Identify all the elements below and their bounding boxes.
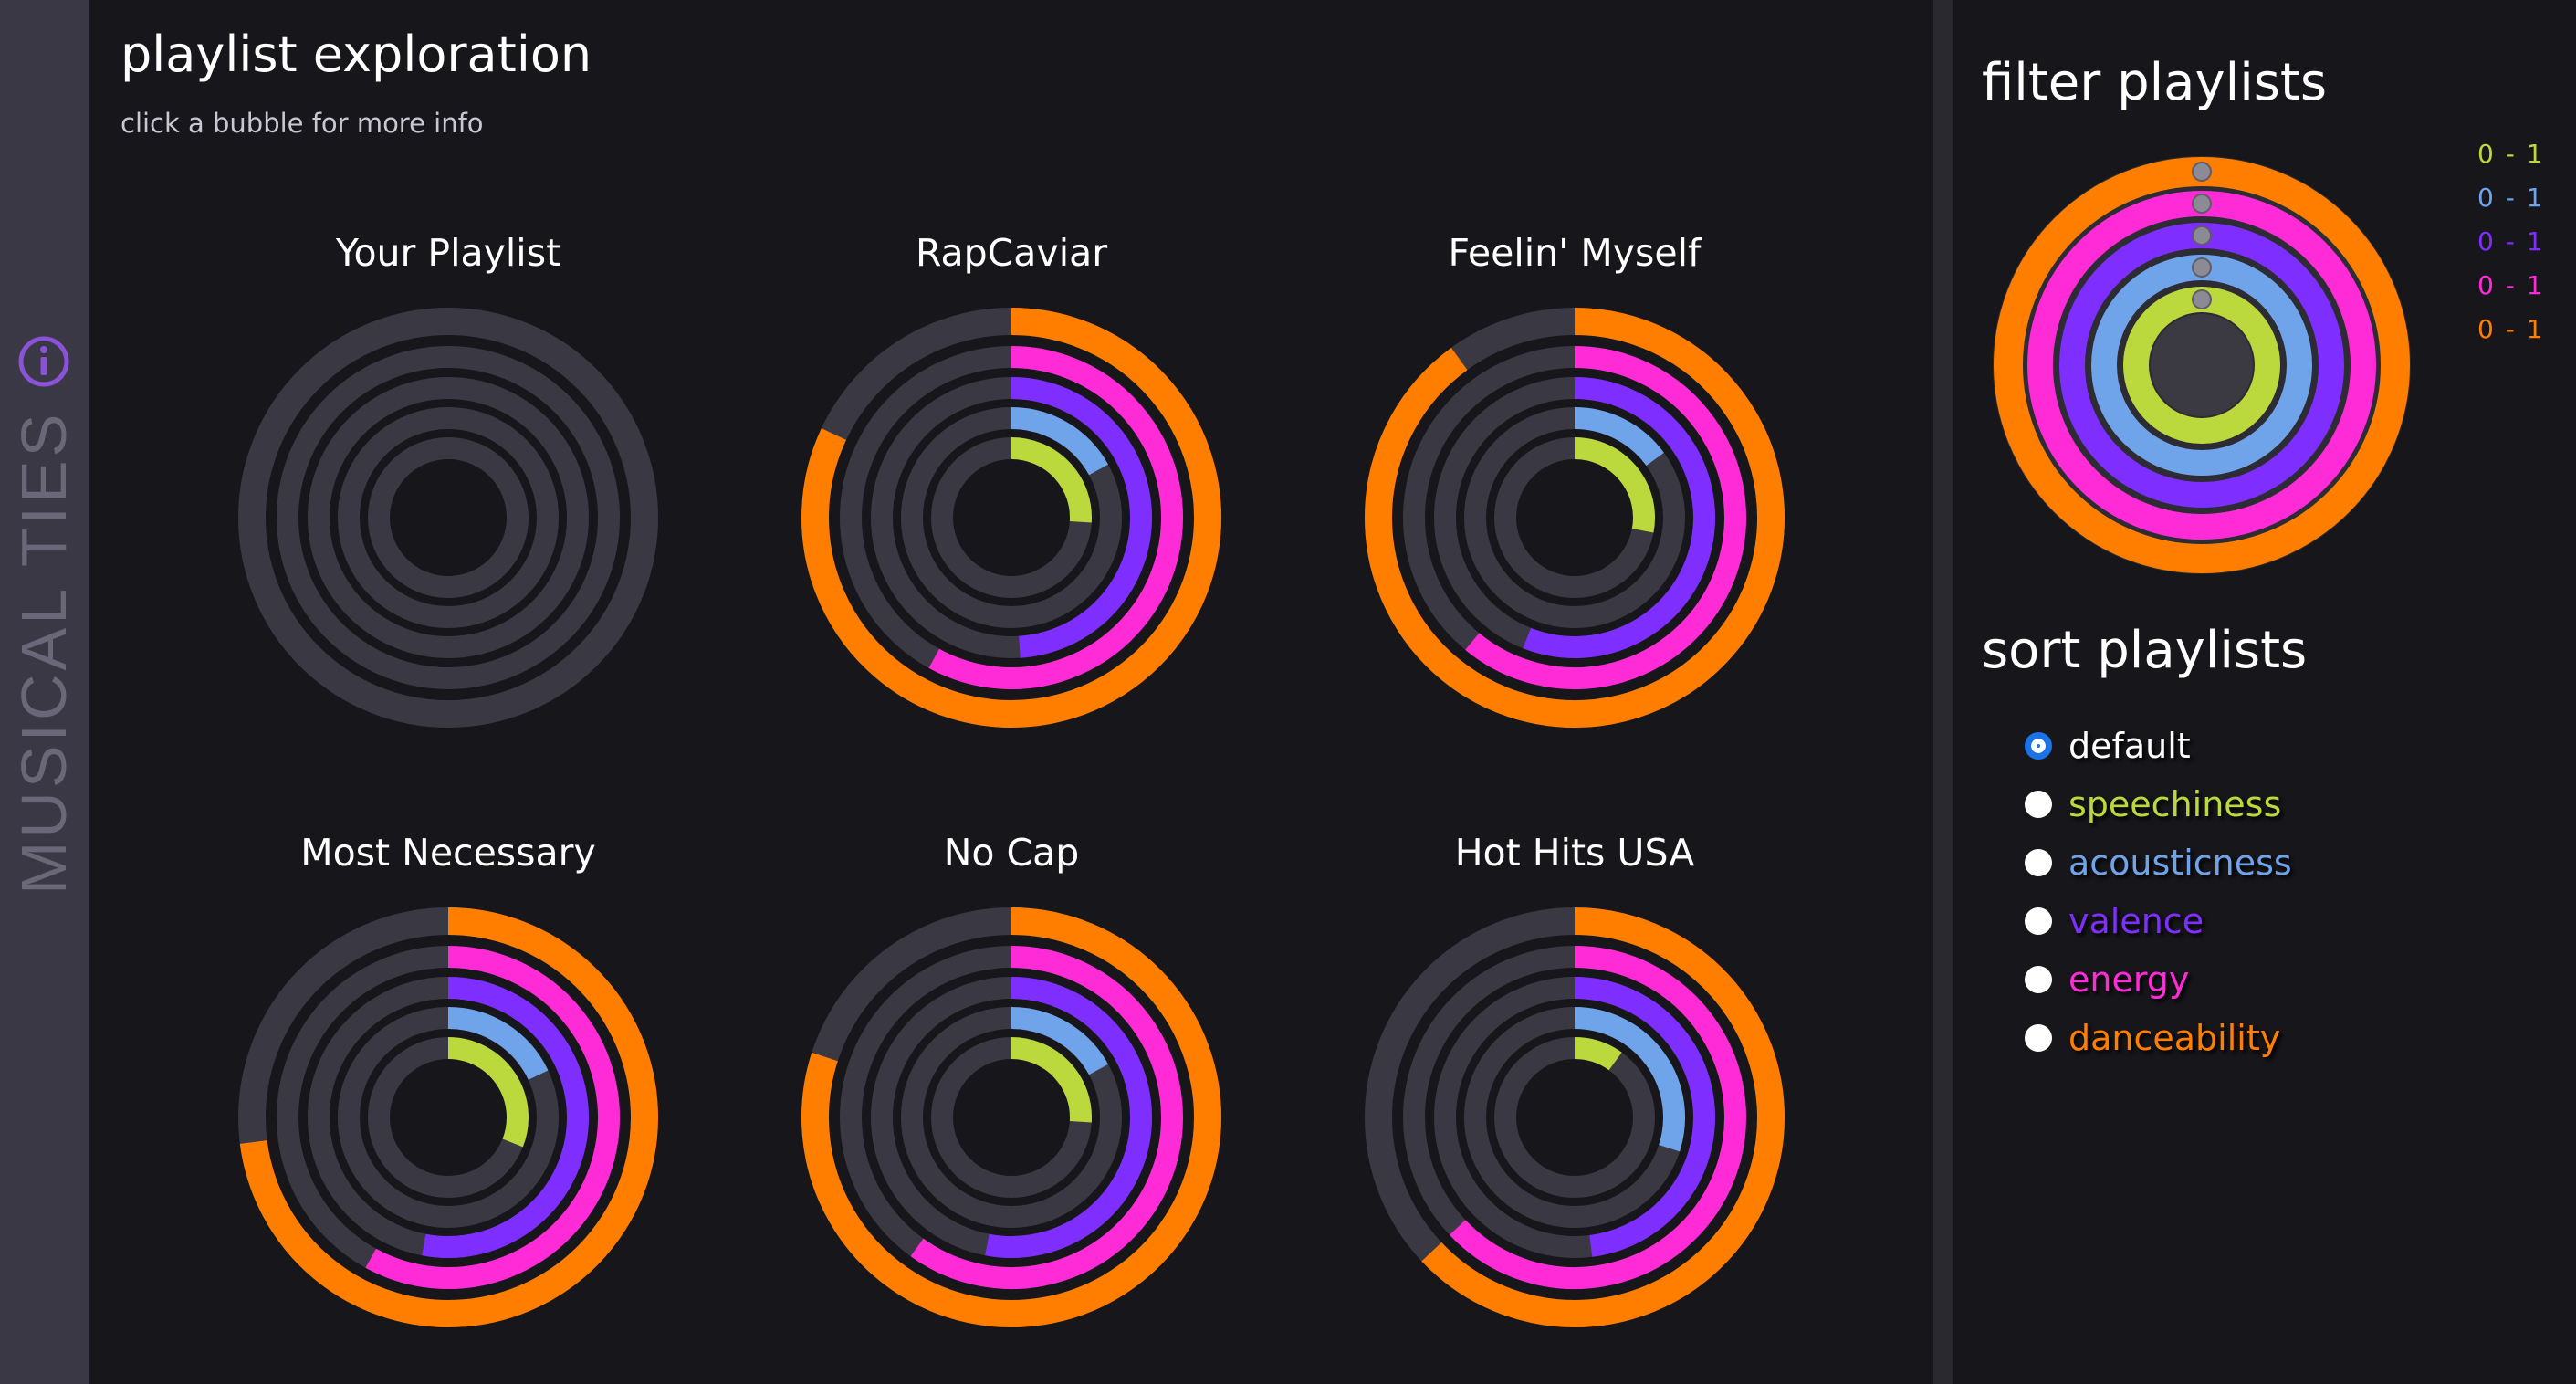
range-label-energy: 0 - 1 (2477, 270, 2545, 300)
ring-arc-speechiness (1011, 1037, 1092, 1123)
playlist-card-your-playlist[interactable]: Your Playlist (194, 213, 702, 776)
sort-option-acousticness[interactable]: acousticness (2025, 834, 2292, 892)
app-sidebar: MUSICAL TIES (0, 0, 89, 1384)
sort-label: danceability (2068, 1018, 2281, 1058)
sort-options: default speechiness acousticness valence… (2025, 717, 2292, 1067)
playlist-ring-chart[interactable] (1348, 291, 1801, 744)
sort-title: sort playlists (1982, 621, 2308, 680)
filter-handle-speechiness[interactable] (2192, 289, 2212, 309)
ring-arc-speechiness (1011, 437, 1092, 523)
sort-label: default (2068, 726, 2191, 766)
filter-center (2151, 314, 2253, 416)
range-label-acousticness: 0 - 1 (2477, 183, 2545, 213)
sort-label: valence (2068, 901, 2204, 941)
range-label-danceability: 0 - 1 (2477, 314, 2545, 344)
range-label-valence: 0 - 1 (2477, 226, 2545, 257)
playlist-title: Hot Hits USA (1454, 831, 1695, 875)
filter-range-list: 0 - 1 0 - 1 0 - 1 0 - 1 0 - 1 (2477, 132, 2545, 351)
ring-track-energy (277, 346, 620, 689)
playlist-card-rapcaviar[interactable]: RapCaviar (758, 213, 1265, 776)
main-panel: playlist exploration click a bubble for … (89, 0, 1933, 1384)
sort-option-speechiness[interactable]: speechiness (2025, 775, 2292, 834)
control-panel: filter playlists 0 - 1 0 - 1 0 - 1 0 - 1… (1953, 0, 2576, 1384)
radio-button[interactable] (2025, 966, 2052, 993)
filter-title: filter playlists (1982, 53, 2328, 112)
filter-handle-acousticness[interactable] (2192, 257, 2212, 278)
radio-button[interactable] (2025, 849, 2052, 876)
radio-button[interactable] (2025, 907, 2052, 935)
radio-button[interactable] (2025, 732, 2052, 760)
sort-option-danceability[interactable]: danceability (2025, 1009, 2292, 1067)
playlist-card-no-cap[interactable]: No Cap (758, 813, 1265, 1376)
sort-option-valence[interactable]: valence (2025, 892, 2292, 950)
playlist-card-feelin-myself[interactable]: Feelin' Myself (1321, 213, 1828, 776)
playlist-title: Your Playlist (335, 231, 561, 275)
playlist-title: No Cap (943, 831, 1080, 875)
info-icon[interactable] (16, 334, 71, 389)
playlist-ring-chart[interactable] (785, 891, 1238, 1344)
ring-track-speechiness (368, 437, 529, 598)
filter-handle-valence[interactable] (2192, 225, 2212, 246)
radio-button[interactable] (2025, 1024, 2052, 1052)
playlist-ring-chart[interactable] (1348, 891, 1801, 1344)
page-subtitle: click a bubble for more info (120, 108, 484, 139)
sort-label: speechiness (2068, 784, 2282, 824)
page-title: playlist exploration (120, 26, 592, 83)
filter-ring-control[interactable] (1992, 155, 2412, 575)
playlist-card-most-necessary[interactable]: Most Necessary (194, 813, 702, 1376)
ring-arc-speechiness (447, 1037, 529, 1148)
playlist-title: RapCaviar (915, 231, 1108, 275)
playlist-title: Feelin' Myself (1448, 231, 1702, 275)
sort-option-default[interactable]: default (2025, 717, 2292, 775)
range-label-speechiness: 0 - 1 (2477, 139, 2545, 169)
filter-handle-energy[interactable] (2192, 194, 2212, 214)
playlist-ring-chart[interactable] (222, 291, 675, 744)
filter-handle-danceability[interactable] (2192, 162, 2212, 182)
sort-option-energy[interactable]: energy (2025, 950, 2292, 1009)
ring-track-speechiness (1494, 1037, 1655, 1198)
playlist-title: Most Necessary (300, 831, 596, 875)
panel-divider (1933, 0, 1953, 1384)
sort-label: acousticness (2068, 843, 2292, 883)
playlist-ring-chart[interactable] (785, 291, 1238, 744)
sort-label: energy (2068, 959, 2190, 1000)
playlist-ring-chart[interactable] (222, 891, 675, 1344)
app-title: MUSICAL TIES (8, 410, 79, 895)
ring-arc-speechiness (1574, 437, 1655, 533)
radio-button[interactable] (2025, 791, 2052, 818)
playlist-card-hot-hits-usa[interactable]: Hot Hits USA (1321, 813, 1828, 1376)
